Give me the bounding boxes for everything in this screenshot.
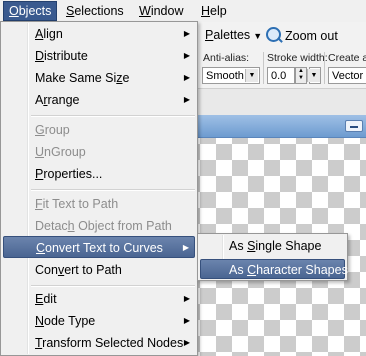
divider [263, 52, 264, 84]
submenu-arrow-icon: ▶ [183, 95, 190, 104]
menu-item-node-type[interactable]: Node Type ▶ [3, 310, 195, 332]
menu-item-as-single-shape[interactable]: As Single Shape [200, 236, 345, 256]
menu-item-detach-object-from-path[interactable]: Detach Object from Path [3, 215, 195, 237]
menu-item-align[interactable]: Align ▶ [3, 23, 195, 45]
submenu-arrow-icon: ▶ [183, 338, 190, 347]
stroke-width-stepper[interactable]: ▲ ▼ [295, 67, 307, 84]
chevron-down-icon: ▼ [245, 69, 258, 82]
chevron-down-icon: ▼ [307, 69, 320, 82]
menu-window[interactable]: Window [134, 2, 188, 20]
submenu-arrow-icon: ▶ [183, 316, 190, 325]
menu-item-make-same-size[interactable]: Make Same Size ▶ [3, 67, 195, 89]
menu-bar: Objects Selections Window Help [0, 0, 366, 23]
menu-separator [31, 115, 195, 117]
magnifier-icon [266, 27, 281, 42]
palettes-button[interactable]: Palettes ▼ [205, 26, 262, 44]
submenu-arrow-icon: ▶ [182, 243, 189, 252]
anti-alias-select[interactable]: Smooth ▼ [202, 67, 260, 84]
menu-item-convert-text-to-curves[interactable]: Convert Text to Curves ▶ [3, 236, 195, 258]
objects-menu: Align ▶ Distribute ▶ Make Same Size ▶ Arran… [0, 21, 198, 356]
menu-item-edit[interactable]: Edit ▶ [3, 288, 195, 310]
menu-separator [31, 285, 195, 287]
submenu-arrow-icon: ▶ [183, 73, 190, 82]
menu-item-group[interactable]: Group [3, 119, 195, 141]
submenu-arrow-icon: ▶ [183, 294, 190, 303]
stroke-width-dropdown[interactable]: ▼ [307, 67, 321, 84]
menu-selections[interactable]: Selections [61, 2, 129, 20]
zoom-out-button[interactable]: Zoom out [266, 25, 338, 45]
convert-text-to-curves-submenu: As Single Shape As Character Shapes [197, 233, 348, 281]
menu-separator [31, 189, 195, 191]
menu-item-ungroup[interactable]: UnGroup [3, 141, 195, 163]
menu-help[interactable]: Help [196, 2, 232, 20]
create-as-select[interactable]: Vector [328, 67, 366, 84]
chevron-down-icon: ▼ [253, 31, 263, 41]
menu-objects[interactable]: Objects [3, 1, 58, 21]
menu-item-arrange[interactable]: Arrange ▶ [3, 89, 195, 111]
create-as-label: Create as [328, 52, 366, 64]
stroke-width-input[interactable]: 0.0 [267, 67, 295, 84]
menu-item-as-character-shapes[interactable]: As Character Shapes [200, 259, 348, 279]
submenu-arrow-icon: ▶ [183, 29, 190, 38]
menu-item-convert-to-path[interactable]: Convert to Path [3, 259, 195, 281]
divider [324, 52, 325, 84]
submenu-arrow-icon: ▶ [183, 51, 190, 60]
minimize-icon[interactable] [345, 120, 363, 132]
stroke-width-label: Stroke width: [267, 52, 328, 64]
menu-item-transform-selected-nodes[interactable]: Transform Selected Nodes ▶ [3, 332, 195, 354]
menu-item-fit-text-to-path[interactable]: Fit Text to Path [3, 193, 195, 215]
document-title-bar [196, 115, 366, 138]
menu-item-distribute[interactable]: Distribute ▶ [3, 45, 195, 67]
anti-alias-label: Anti-alias: [203, 52, 250, 64]
menu-item-properties[interactable]: Properties... [3, 163, 195, 185]
